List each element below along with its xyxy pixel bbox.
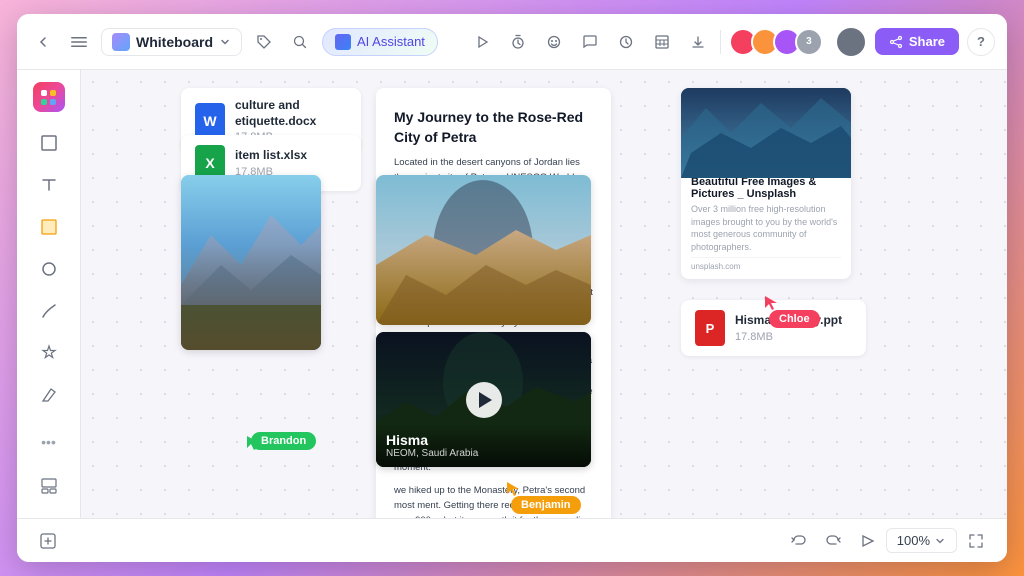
zoom-level: 100% (897, 533, 930, 548)
video-card[interactable]: Hisma NEOM, Saudi Arabia (376, 332, 591, 467)
video-subtitle: NEOM, Saudi Arabia (386, 448, 581, 459)
chloe-label: Chloe (769, 310, 820, 328)
sidebar-tool-text[interactable] (29, 166, 69, 204)
nav-table-button[interactable] (648, 28, 676, 56)
website-image (681, 88, 851, 178)
undo-button[interactable] (784, 526, 814, 556)
share-label: Share (909, 34, 945, 49)
sidebar-tool-shape[interactable] (29, 250, 69, 288)
chevron-down-icon (219, 36, 231, 48)
toolbar-left: Whiteboard AI Assistant (29, 28, 460, 56)
toolbar-right: 3 Share ? (468, 26, 995, 58)
logo-dot-4 (50, 99, 56, 105)
redo-button[interactable] (818, 526, 848, 556)
sidebar-tool-more[interactable]: ••• (29, 422, 69, 462)
file-name-word: culture and etiquette.docx (235, 98, 347, 129)
word-icon: W (195, 103, 225, 139)
fullscreen-button[interactable] (961, 526, 991, 556)
share-button[interactable]: Share (875, 28, 959, 55)
benjamin-cursor-icon (507, 482, 519, 496)
sidebar-tool-special[interactable] (29, 334, 69, 372)
nav-play-button[interactable] (468, 28, 496, 56)
nav-timer-button[interactable] (504, 28, 532, 56)
help-button[interactable]: ? (967, 28, 995, 56)
website-info: Beautiful Free Images & Pictures _ Unspl… (681, 168, 851, 279)
back-button[interactable] (29, 28, 57, 56)
sidebar-tool-grid[interactable] (29, 466, 69, 506)
zoom-chevron-icon (934, 535, 946, 547)
logo-dot-3 (41, 99, 47, 105)
website-thumbnail (681, 88, 851, 168)
zoom-control[interactable]: 100% (886, 528, 957, 553)
brandon-label: Brandon (251, 432, 316, 450)
ai-label: AI Assistant (357, 34, 425, 49)
sidebar-tool-frame[interactable] (29, 124, 69, 162)
desert-image (376, 175, 591, 325)
menu-button[interactable] (65, 28, 93, 56)
photo-card-desert[interactable] (376, 175, 591, 325)
photo-card-mountain[interactable] (181, 175, 321, 350)
avatar-count: 3 (795, 28, 823, 56)
toolbar-divider (720, 30, 721, 54)
sidebar-bottom: ••• (29, 422, 69, 506)
sidebar-tool-sticky[interactable] (29, 208, 69, 246)
website-desc: Over 3 million free high-resolution imag… (691, 203, 841, 253)
sidebar: ••• (17, 70, 81, 518)
sidebar-tool-eraser[interactable] (29, 376, 69, 414)
logo-dot-1 (41, 90, 47, 96)
file-name-excel: item list.xlsx (235, 148, 307, 164)
logo-dots (41, 90, 56, 105)
toolbar: Whiteboard AI Assistant (17, 14, 1007, 70)
play-button[interactable] (466, 382, 502, 418)
canvas[interactable]: W culture and etiquette.docx 17.8MB X it… (81, 70, 1007, 518)
file-size-ppt: 17.8MB (735, 331, 842, 343)
bottom-toolbar: 100% (17, 518, 1007, 562)
mountain-image (181, 175, 321, 350)
brand-chip[interactable]: Whiteboard (101, 28, 242, 56)
app-logo (33, 82, 65, 112)
main-area: ••• W culture and etiquette.docx 17.8MB … (17, 70, 1007, 518)
website-title: Beautiful Free Images & Pictures _ Unspl… (691, 176, 841, 200)
website-url: unsplash.com (691, 257, 841, 271)
play-mode-button[interactable] (852, 526, 882, 556)
brand-name: Whiteboard (136, 34, 213, 50)
toolbar-strip-right: 100% (784, 526, 991, 556)
bottom-right: 100% (784, 526, 991, 556)
article-title: My Journey to the Rose-Red City of Petra (394, 108, 593, 147)
video-title: Hisma (386, 432, 581, 448)
app-window: Whiteboard AI Assistant (17, 14, 1007, 562)
bottom-left (33, 526, 63, 556)
logo-dot-2 (50, 90, 56, 96)
website-card[interactable]: Beautiful Free Images & Pictures _ Unspl… (681, 88, 851, 279)
nav-download-button[interactable] (684, 28, 712, 56)
nav-chat-button[interactable] (576, 28, 604, 56)
insert-button[interactable] (33, 526, 63, 556)
share-icon (889, 35, 903, 49)
avatar-stack: 3 (729, 28, 823, 56)
user-avatar (835, 26, 867, 58)
ppt-icon: P (695, 310, 725, 346)
ai-chip[interactable]: AI Assistant (322, 28, 438, 56)
play-icon (479, 392, 492, 408)
sidebar-tool-pen[interactable] (29, 292, 69, 330)
search-button[interactable] (286, 28, 314, 56)
brand-icon (112, 33, 130, 51)
benjamin-label: Benjamin (511, 496, 581, 514)
tag-button[interactable] (250, 28, 278, 56)
chloe-cursor-icon (765, 296, 777, 310)
file-info-excel: item list.xlsx 17.8MB (235, 148, 307, 178)
video-caption: Hisma NEOM, Saudi Arabia (376, 424, 591, 467)
nav-emoji-button[interactable] (540, 28, 568, 56)
ai-icon (335, 34, 351, 50)
nav-clock-button[interactable] (612, 28, 640, 56)
